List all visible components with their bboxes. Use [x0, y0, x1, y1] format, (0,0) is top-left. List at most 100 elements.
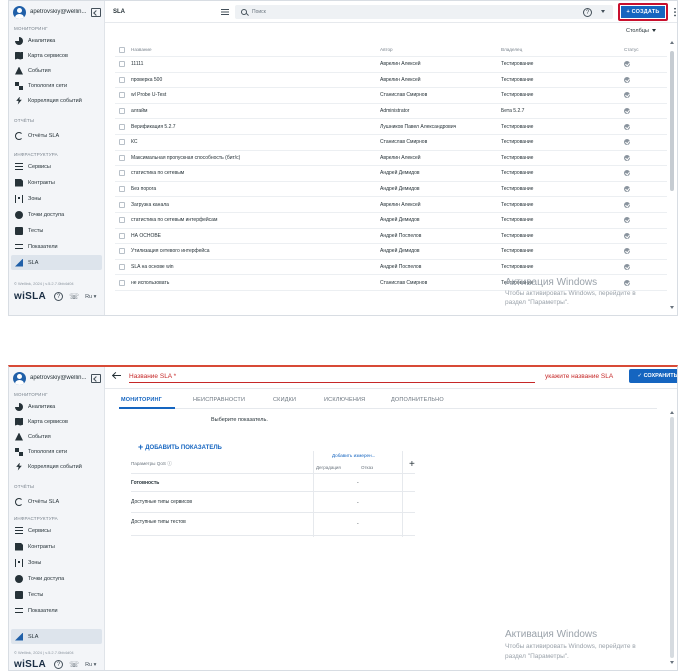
- table-row[interactable]: алгайм Administrator Бета 5.2.7: [115, 104, 667, 120]
- sidebar-item-contracts[interactable]: Контракты: [11, 175, 102, 190]
- param-service-types[interactable]: Доступные типы сервисов: [131, 499, 192, 505]
- collapse-sidebar-icon[interactable]: [91, 7, 101, 17]
- filter-icon[interactable]: [221, 9, 229, 15]
- sla-name-input[interactable]: [129, 371, 535, 383]
- language-select[interactable]: Ru ▾: [85, 662, 96, 668]
- scroll-down-icon[interactable]: [670, 306, 674, 309]
- sidebar-item-service-map[interactable]: Карта сервисов: [11, 48, 102, 63]
- row-checkbox[interactable]: [119, 264, 125, 271]
- table-row[interactable]: Верификация 5.2.7 Лушников Павел Александ…: [115, 119, 667, 135]
- search-input[interactable]: Поиск: [252, 9, 266, 15]
- sidebar-item-correlation[interactable]: Корреляция событий: [11, 93, 102, 108]
- row-checkbox[interactable]: [119, 186, 125, 193]
- sidebar-item-access-points[interactable]: Точки доступа: [11, 207, 102, 222]
- sidebar-item-sla-reports[interactable]: Отчёты SLA: [11, 494, 102, 509]
- param-availability[interactable]: Готовность: [131, 480, 159, 486]
- row-checkbox[interactable]: [119, 139, 125, 146]
- help-icon[interactable]: ?: [54, 292, 64, 301]
- table-row[interactable]: Максимальная пропускная способность (бит…: [115, 151, 667, 167]
- row-checkbox[interactable]: [119, 170, 125, 177]
- sidebar-item-tests[interactable]: Тесты: [11, 223, 102, 238]
- sidebar-item-correlation[interactable]: Корреляция событий: [11, 459, 102, 474]
- save-button[interactable]: ✓ СОХРАНИТЬ: [629, 369, 677, 383]
- row-checkbox[interactable]: [119, 92, 125, 99]
- sidebar-item-sla[interactable]: SLA: [11, 255, 102, 270]
- sidebar-item-access-points[interactable]: Точки доступа: [11, 571, 102, 586]
- add-dimension-link[interactable]: Добавить измерен...: [332, 453, 375, 458]
- collapse-sidebar-icon[interactable]: [91, 373, 101, 383]
- row-checkbox[interactable]: [119, 248, 125, 255]
- sidebar-item-sla[interactable]: SLA: [11, 629, 102, 644]
- row-checkbox[interactable]: [119, 232, 125, 239]
- row-checkbox[interactable]: [119, 76, 125, 83]
- scrollbar-thumb[interactable]: [670, 417, 674, 658]
- chevron-down-icon[interactable]: [601, 10, 605, 13]
- language-select[interactable]: Ru ▾: [85, 294, 96, 300]
- row-checkbox[interactable]: [119, 154, 125, 161]
- phone-icon[interactable]: ☏: [69, 660, 79, 669]
- column-header-name[interactable]: Название: [131, 47, 152, 52]
- row-checkbox[interactable]: [119, 217, 125, 224]
- back-arrow-icon[interactable]: [113, 375, 121, 376]
- sidebar-item-topology[interactable]: Топология сети: [11, 78, 102, 93]
- tab-exceptions[interactable]: ИСКЛЮЧЕНИЯ: [324, 397, 365, 403]
- table-row[interactable]: статистика по сетевым интерфейсам Андрей …: [115, 213, 667, 229]
- select-all-checkbox[interactable]: [119, 46, 125, 53]
- columns-button[interactable]: Столбцы: [626, 28, 656, 34]
- table-row[interactable]: Без порога Андрей Демидов Тестирование: [115, 182, 667, 198]
- sidebar-item-indicators[interactable]: Показатели: [11, 603, 102, 618]
- table-row[interactable]: НА ОСНОВЕ Андрей Поспелов Тестирование: [115, 229, 667, 245]
- row-checkbox[interactable]: [119, 201, 125, 208]
- search-field[interactable]: Поиск: [235, 5, 613, 19]
- sidebar-item-zones[interactable]: Зоны: [11, 191, 102, 206]
- add-column-icon[interactable]: +: [409, 459, 415, 470]
- cell-name: статистика по сетевым интерфейсам: [131, 217, 218, 224]
- user-menu[interactable]: apetrovskiy@wellin...: [13, 4, 101, 20]
- param-test-types[interactable]: Доступные типы тестов: [131, 519, 186, 525]
- table-row[interactable]: Загрузка канала Аврелин Алексей Тестирован…: [115, 197, 667, 213]
- tab-additional[interactable]: ДОПОЛНИТЕЛЬНО: [391, 397, 444, 403]
- table-row[interactable]: SLA на основе win Андрей Поспелов Тестиров…: [115, 260, 667, 276]
- phone-icon[interactable]: ☏: [69, 292, 79, 301]
- scroll-up-icon[interactable]: [670, 41, 674, 44]
- sidebar-item-analytics[interactable]: Аналитика: [11, 33, 102, 48]
- more-vertical-icon[interactable]: [674, 7, 676, 17]
- tab-faults[interactable]: НЕИСПРАВНОСТИ: [193, 397, 245, 403]
- sidebar-item-service-map[interactable]: Карта сервисов: [11, 414, 102, 429]
- row-checkbox[interactable]: [119, 279, 125, 286]
- table-row[interactable]: Утилизация сетевого интерфейса Андрей Дем…: [115, 244, 667, 260]
- help-icon[interactable]: ?: [54, 660, 64, 669]
- user-menu[interactable]: apetrovskiy@wellin...: [13, 370, 101, 386]
- column-header-author[interactable]: Автор: [380, 47, 393, 52]
- sidebar-item-tests[interactable]: Тесты: [11, 587, 102, 602]
- vertical-scrollbar[interactable]: [670, 411, 674, 664]
- row-checkbox[interactable]: [119, 108, 125, 115]
- table-row[interactable]: КС Станислав Смирнов Тестирование: [115, 135, 667, 151]
- scrollbar-thumb[interactable]: [670, 51, 674, 191]
- table-row[interactable]: проверка 500 Аврелин Алексей Тестирование: [115, 73, 667, 89]
- sidebar-item-contracts[interactable]: Контракты: [11, 539, 102, 554]
- sidebar-item-events[interactable]: События: [11, 63, 102, 78]
- sidebar-item-services[interactable]: Сервисы: [11, 159, 102, 174]
- scroll-down-icon[interactable]: [670, 661, 674, 664]
- create-button[interactable]: + СОЗДАТЬ: [621, 6, 665, 18]
- table-row[interactable]: 11111 Аврелин Алексей Тестирование: [115, 57, 667, 73]
- sidebar-item-topology[interactable]: Топология сети: [11, 444, 102, 459]
- vertical-scrollbar[interactable]: [670, 41, 674, 309]
- column-header-status[interactable]: Статус: [624, 47, 639, 52]
- sidebar-item-indicators[interactable]: Показатели: [11, 239, 102, 254]
- sidebar-item-services[interactable]: Сервисы: [11, 523, 102, 538]
- table-row[interactable]: wl Probe U-Test Станислав Смирнов Тестиров…: [115, 88, 667, 104]
- sidebar-item-analytics[interactable]: Аналитика: [11, 399, 102, 414]
- row-checkbox[interactable]: [119, 61, 125, 68]
- sidebar-item-events[interactable]: События: [11, 429, 102, 444]
- tab-discounts[interactable]: СКИДКИ: [273, 397, 296, 403]
- tab-monitoring[interactable]: МОНИТОРИНГ: [121, 397, 162, 403]
- help-circle-icon[interactable]: ?: [583, 8, 592, 17]
- row-checkbox[interactable]: [119, 123, 125, 130]
- table-row[interactable]: статистика по сетевым Андрей Демидов Тести…: [115, 166, 667, 182]
- sidebar-item-zones[interactable]: Зоны: [11, 555, 102, 570]
- sidebar-item-sla-reports[interactable]: Отчёты SLA: [11, 128, 102, 143]
- column-header-owner[interactable]: Владелец: [501, 47, 522, 52]
- scroll-up-icon[interactable]: [670, 411, 674, 414]
